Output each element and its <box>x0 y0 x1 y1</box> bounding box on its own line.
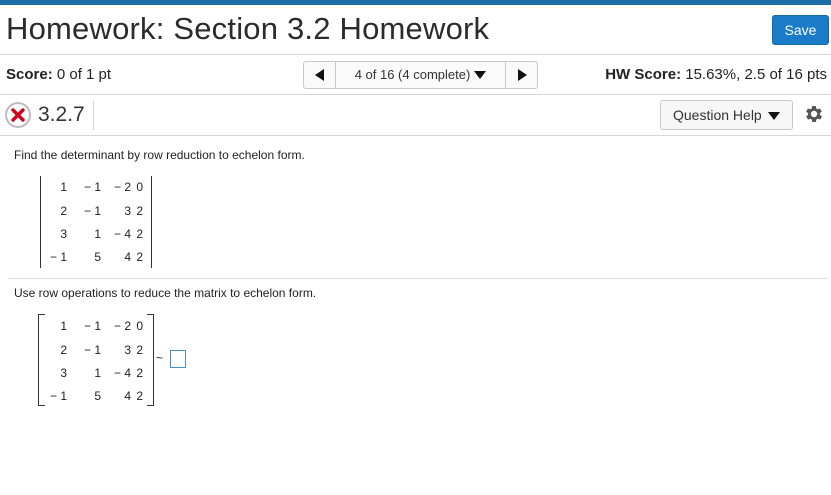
score-value: 0 of 1 pt <box>52 66 112 83</box>
matrix-cell: 2 <box>136 343 143 357</box>
title-row: Homework: Section 3.2 Homework Save <box>0 5 831 55</box>
matrix-cell: 1 <box>60 319 67 333</box>
row-equivalence-symbol: ~ <box>156 351 164 365</box>
question-help-label: Question Help <box>673 107 762 123</box>
hw-score-label: HW Score: <box>605 66 682 83</box>
matrix-cell: 3 <box>60 366 67 380</box>
bracket-gap <box>45 404 147 406</box>
determinant-matrix: 1 − 1 − 2 0 2 − 1 3 2 3 1 − 4 2 − 1 5 4 … <box>40 176 152 268</box>
score-label: Score: <box>6 66 53 83</box>
question-help-button[interactable]: Question Help <box>660 100 793 130</box>
caret-down-icon <box>474 71 487 79</box>
question-number: 3.2.7 <box>38 103 85 126</box>
bracket-matrix: 1 − 1 − 2 0 2 − 1 3 2 3 1 − 4 2 − 1 5 4 … <box>38 314 154 406</box>
score-row: Score: 0 of 1 pt 4 of 16 (4 complete) HW… <box>0 56 831 95</box>
gear-icon[interactable] <box>803 103 825 125</box>
next-question-button[interactable] <box>505 62 537 88</box>
matrix-cell: 2 <box>136 250 143 264</box>
matrix-cell: 0 <box>136 180 143 194</box>
divider <box>93 100 94 130</box>
question-select-label: 4 of 16 (4 complete) <box>354 67 471 82</box>
question-header: 3.2.7 Question Help <box>0 96 831 136</box>
matrix-cell: − 1 <box>83 343 101 357</box>
page-title: Homework: Section 3.2 Homework <box>6 11 490 46</box>
triangle-left-icon <box>315 69 324 81</box>
matrix-cell: 2 <box>136 204 143 218</box>
caret-down-icon <box>767 112 780 120</box>
matrix-cell: 3 <box>60 227 67 241</box>
triangle-right-icon <box>518 69 527 81</box>
question-select-dropdown[interactable]: 4 of 16 (4 complete) <box>336 62 505 88</box>
matrix-cell: 2 <box>136 227 143 241</box>
matrix-cell: 1 <box>94 227 101 241</box>
matrix-cell: 2 <box>136 389 143 403</box>
matrix-cell: − 1 <box>83 180 101 194</box>
bracket-gap <box>45 314 147 316</box>
matrix-cell: 2 <box>136 366 143 380</box>
matrix-cell: 1 <box>60 180 67 194</box>
matrix-cell: − 1 <box>49 389 67 403</box>
save-button[interactable]: Save <box>772 15 829 45</box>
answer-input[interactable] <box>170 350 186 368</box>
matrix-cell: 5 <box>94 389 101 403</box>
matrix-cell: 5 <box>94 250 101 264</box>
matrix-cell: 2 <box>60 204 67 218</box>
matrix-cell: 1 <box>94 366 101 380</box>
x-circle-icon <box>5 102 31 128</box>
matrix-cell: − 1 <box>83 319 101 333</box>
matrix-cell: 2 <box>60 343 67 357</box>
question-navigator: 4 of 16 (4 complete) <box>303 61 538 89</box>
previous-question-button[interactable] <box>304 62 336 88</box>
hw-score-value: 15.63%, 2.5 of 16 pts <box>681 66 827 83</box>
question-prompt: Find the determinant by row reduction to… <box>14 148 305 162</box>
step-prompt: Use row operations to reduce the matrix … <box>14 286 317 300</box>
matrix-cell: − 1 <box>49 250 67 264</box>
score: Score: 0 of 1 pt <box>6 66 111 83</box>
hw-score: HW Score: 15.63%, 2.5 of 16 pts <box>605 66 827 83</box>
section-divider <box>8 278 828 279</box>
matrix-cell: 0 <box>136 319 143 333</box>
matrix-cell: − 1 <box>83 204 101 218</box>
